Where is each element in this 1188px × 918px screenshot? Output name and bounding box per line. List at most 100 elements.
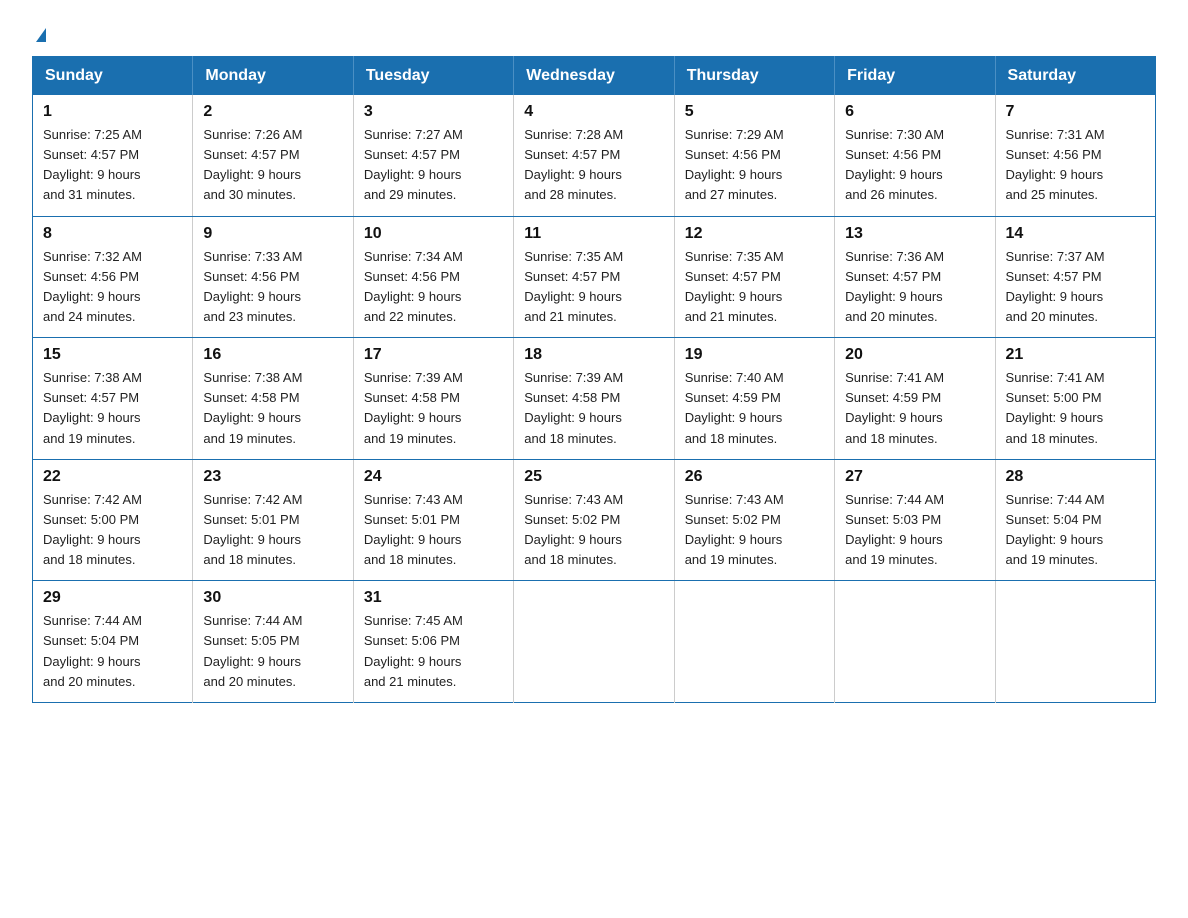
calendar-day-cell: 7 Sunrise: 7:31 AMSunset: 4:56 PMDaylight… <box>995 95 1155 216</box>
calendar-day-cell: 13 Sunrise: 7:36 AMSunset: 4:57 PMDayligh… <box>835 216 995 338</box>
calendar-day-cell: 20 Sunrise: 7:41 AMSunset: 4:59 PMDayligh… <box>835 338 995 460</box>
day-number: 10 <box>364 225 503 243</box>
calendar-day-cell: 16 Sunrise: 7:38 AMSunset: 4:58 PMDayligh… <box>193 338 353 460</box>
day-info: Sunrise: 7:32 AMSunset: 4:56 PMDaylight:… <box>43 247 182 328</box>
calendar-day-cell: 8 Sunrise: 7:32 AMSunset: 4:56 PMDaylight… <box>33 216 193 338</box>
day-number: 21 <box>1006 346 1145 364</box>
day-number: 12 <box>685 225 824 243</box>
calendar-day-cell: 15 Sunrise: 7:38 AMSunset: 4:57 PMDayligh… <box>33 338 193 460</box>
calendar-table: SundayMondayTuesdayWednesdayThursdayFrid… <box>32 56 1156 703</box>
day-number: 20 <box>845 346 984 364</box>
day-info: Sunrise: 7:30 AMSunset: 4:56 PMDaylight:… <box>845 125 984 206</box>
day-info: Sunrise: 7:37 AMSunset: 4:57 PMDaylight:… <box>1006 247 1145 328</box>
day-info: Sunrise: 7:39 AMSunset: 4:58 PMDaylight:… <box>524 368 663 449</box>
calendar-day-cell: 21 Sunrise: 7:41 AMSunset: 5:00 PMDayligh… <box>995 338 1155 460</box>
day-number: 24 <box>364 468 503 486</box>
calendar-day-cell: 11 Sunrise: 7:35 AMSunset: 4:57 PMDayligh… <box>514 216 674 338</box>
day-number: 5 <box>685 103 824 121</box>
calendar-day-cell: 24 Sunrise: 7:43 AMSunset: 5:01 PMDayligh… <box>353 459 513 581</box>
calendar-day-cell: 17 Sunrise: 7:39 AMSunset: 4:58 PMDayligh… <box>353 338 513 460</box>
calendar-day-cell: 25Sunrise: 7:43 AMSunset: 5:02 PMDayligh… <box>514 459 674 581</box>
day-info: Sunrise: 7:35 AMSunset: 4:57 PMDaylight:… <box>685 247 824 328</box>
calendar-empty-cell <box>995 581 1155 703</box>
day-number: 11 <box>524 225 663 243</box>
day-info: Sunrise: 7:42 AMSunset: 5:01 PMDaylight:… <box>203 490 342 571</box>
day-info: Sunrise: 7:28 AMSunset: 4:57 PMDaylight:… <box>524 125 663 206</box>
day-info: Sunrise: 7:44 AMSunset: 5:03 PMDaylight:… <box>845 490 984 571</box>
calendar-week-row: 29Sunrise: 7:44 AMSunset: 5:04 PMDayligh… <box>33 581 1156 703</box>
day-info: Sunrise: 7:36 AMSunset: 4:57 PMDaylight:… <box>845 247 984 328</box>
calendar-day-cell: 22Sunrise: 7:42 AMSunset: 5:00 PMDayligh… <box>33 459 193 581</box>
day-number: 18 <box>524 346 663 364</box>
calendar-header-row: SundayMondayTuesdayWednesdayThursdayFrid… <box>33 57 1156 96</box>
calendar-week-row: 8 Sunrise: 7:32 AMSunset: 4:56 PMDaylight… <box>33 216 1156 338</box>
day-info: Sunrise: 7:34 AMSunset: 4:56 PMDaylight:… <box>364 247 503 328</box>
page-header <box>32 24 1156 36</box>
day-info: Sunrise: 7:38 AMSunset: 4:58 PMDaylight:… <box>203 368 342 449</box>
calendar-day-cell: 18 Sunrise: 7:39 AMSunset: 4:58 PMDayligh… <box>514 338 674 460</box>
day-number: 31 <box>364 589 503 607</box>
day-info: Sunrise: 7:35 AMSunset: 4:57 PMDaylight:… <box>524 247 663 328</box>
day-info: Sunrise: 7:33 AMSunset: 4:56 PMDaylight:… <box>203 247 342 328</box>
header-monday: Monday <box>193 57 353 96</box>
calendar-day-cell: 2 Sunrise: 7:26 AMSunset: 4:57 PMDaylight… <box>193 95 353 216</box>
calendar-week-row: 15 Sunrise: 7:38 AMSunset: 4:57 PMDayligh… <box>33 338 1156 460</box>
day-number: 17 <box>364 346 503 364</box>
calendar-empty-cell <box>674 581 834 703</box>
day-info: Sunrise: 7:27 AMSunset: 4:57 PMDaylight:… <box>364 125 503 206</box>
day-number: 13 <box>845 225 984 243</box>
header-thursday: Thursday <box>674 57 834 96</box>
day-number: 27 <box>845 468 984 486</box>
calendar-day-cell: 19Sunrise: 7:40 AMSunset: 4:59 PMDayligh… <box>674 338 834 460</box>
calendar-day-cell: 6 Sunrise: 7:30 AMSunset: 4:56 PMDaylight… <box>835 95 995 216</box>
calendar-empty-cell <box>514 581 674 703</box>
calendar-day-cell: 10 Sunrise: 7:34 AMSunset: 4:56 PMDayligh… <box>353 216 513 338</box>
calendar-day-cell: 26 Sunrise: 7:43 AMSunset: 5:02 PMDayligh… <box>674 459 834 581</box>
day-info: Sunrise: 7:29 AMSunset: 4:56 PMDaylight:… <box>685 125 824 206</box>
calendar-day-cell: 27 Sunrise: 7:44 AMSunset: 5:03 PMDayligh… <box>835 459 995 581</box>
calendar-empty-cell <box>835 581 995 703</box>
day-number: 16 <box>203 346 342 364</box>
day-number: 25 <box>524 468 663 486</box>
calendar-day-cell: 3 Sunrise: 7:27 AMSunset: 4:57 PMDaylight… <box>353 95 513 216</box>
day-info: Sunrise: 7:45 AMSunset: 5:06 PMDaylight:… <box>364 611 503 692</box>
calendar-day-cell: 1Sunrise: 7:25 AMSunset: 4:57 PMDaylight… <box>33 95 193 216</box>
day-number: 8 <box>43 225 182 243</box>
logo <box>32 24 46 36</box>
day-info: Sunrise: 7:41 AMSunset: 5:00 PMDaylight:… <box>1006 368 1145 449</box>
day-info: Sunrise: 7:41 AMSunset: 4:59 PMDaylight:… <box>845 368 984 449</box>
calendar-day-cell: 4Sunrise: 7:28 AMSunset: 4:57 PMDaylight… <box>514 95 674 216</box>
header-sunday: Sunday <box>33 57 193 96</box>
day-number: 23 <box>203 468 342 486</box>
calendar-day-cell: 28Sunrise: 7:44 AMSunset: 5:04 PMDayligh… <box>995 459 1155 581</box>
day-number: 15 <box>43 346 182 364</box>
day-info: Sunrise: 7:26 AMSunset: 4:57 PMDaylight:… <box>203 125 342 206</box>
calendar-day-cell: 23 Sunrise: 7:42 AMSunset: 5:01 PMDayligh… <box>193 459 353 581</box>
day-number: 22 <box>43 468 182 486</box>
day-info: Sunrise: 7:43 AMSunset: 5:01 PMDaylight:… <box>364 490 503 571</box>
day-number: 30 <box>203 589 342 607</box>
calendar-week-row: 1Sunrise: 7:25 AMSunset: 4:57 PMDaylight… <box>33 95 1156 216</box>
day-info: Sunrise: 7:31 AMSunset: 4:56 PMDaylight:… <box>1006 125 1145 206</box>
header-friday: Friday <box>835 57 995 96</box>
calendar-week-row: 22Sunrise: 7:42 AMSunset: 5:00 PMDayligh… <box>33 459 1156 581</box>
day-info: Sunrise: 7:44 AMSunset: 5:05 PMDaylight:… <box>203 611 342 692</box>
header-wednesday: Wednesday <box>514 57 674 96</box>
day-number: 3 <box>364 103 503 121</box>
day-number: 7 <box>1006 103 1145 121</box>
calendar-day-cell: 5 Sunrise: 7:29 AMSunset: 4:56 PMDaylight… <box>674 95 834 216</box>
calendar-day-cell: 30 Sunrise: 7:44 AMSunset: 5:05 PMDayligh… <box>193 581 353 703</box>
day-number: 2 <box>203 103 342 121</box>
header-saturday: Saturday <box>995 57 1155 96</box>
calendar-day-cell: 14Sunrise: 7:37 AMSunset: 4:57 PMDayligh… <box>995 216 1155 338</box>
day-number: 6 <box>845 103 984 121</box>
calendar-day-cell: 31 Sunrise: 7:45 AMSunset: 5:06 PMDayligh… <box>353 581 513 703</box>
day-number: 19 <box>685 346 824 364</box>
calendar-day-cell: 12 Sunrise: 7:35 AMSunset: 4:57 PMDayligh… <box>674 216 834 338</box>
day-info: Sunrise: 7:39 AMSunset: 4:58 PMDaylight:… <box>364 368 503 449</box>
day-info: Sunrise: 7:38 AMSunset: 4:57 PMDaylight:… <box>43 368 182 449</box>
day-number: 26 <box>685 468 824 486</box>
calendar-day-cell: 29Sunrise: 7:44 AMSunset: 5:04 PMDayligh… <box>33 581 193 703</box>
day-info: Sunrise: 7:43 AMSunset: 5:02 PMDaylight:… <box>685 490 824 571</box>
day-number: 1 <box>43 103 182 121</box>
